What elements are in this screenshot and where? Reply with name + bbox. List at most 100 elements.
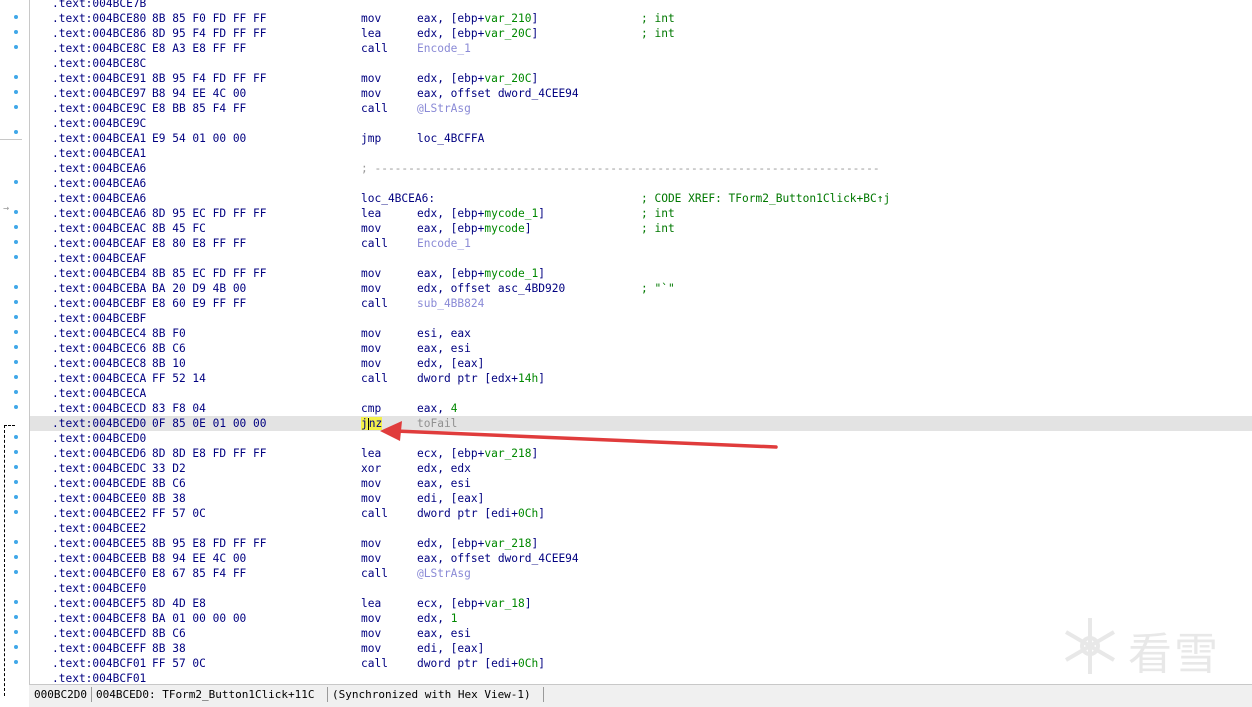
mnemonic[interactable]: mov bbox=[361, 71, 381, 86]
listing-line[interactable]: .text:004BCED6 8D 8D E8 FD FF FF lea ecx, [… bbox=[30, 446, 1252, 461]
breakpoint-dot[interactable] bbox=[14, 315, 18, 319]
breakpoint-dot[interactable] bbox=[14, 285, 18, 289]
breakpoint-dot[interactable] bbox=[14, 45, 18, 49]
operands[interactable]: edi, [eax] bbox=[417, 491, 484, 506]
listing-line[interactable]: .text:004BCE9C E8 BB 85 F4 FF call @LStrAsg bbox=[30, 101, 1252, 116]
mnemonic[interactable]: lea bbox=[361, 446, 381, 461]
mnemonic[interactable]: mov bbox=[361, 221, 381, 236]
mnemonic[interactable]: mov bbox=[361, 86, 381, 101]
listing-line[interactable]: .text:004BCEDE 8B C6 mov eax, esi bbox=[30, 476, 1252, 491]
listing-line[interactable]: .text:004BCECD 83 F8 04 cmp eax, 4 bbox=[30, 401, 1252, 416]
listing-line[interactable]: .text:004BCE8C E8 A3 E8 FF FF call Encode_1 bbox=[30, 41, 1252, 56]
breakpoint-dot[interactable] bbox=[14, 360, 18, 364]
mnemonic[interactable]: mov bbox=[361, 341, 381, 356]
listing-line[interactable]: .text:004BCEE0 8B 38 mov edi, [eax] bbox=[30, 491, 1252, 506]
listing-line[interactable]: .text:004BCEE2 bbox=[30, 521, 1252, 536]
listing-line[interactable]: .text:004BCE7B bbox=[30, 0, 1252, 11]
listing-line[interactable]: .text:004BCEA6 loc_4BCEA6: ; CODE XREF: TF… bbox=[30, 191, 1252, 206]
operands[interactable]: edx, [eax] bbox=[417, 356, 484, 371]
breakpoint-dot[interactable] bbox=[14, 210, 18, 214]
mnemonic[interactable]: call bbox=[361, 506, 388, 521]
listing-line[interactable]: .text:004BCEE5 8B 95 E8 FD FF FF mov edx, [… bbox=[30, 536, 1252, 551]
operands[interactable]: eax, [ebp+var_210] bbox=[417, 11, 538, 26]
listing-line[interactable]: .text:004BCEB4 8B 85 EC FD FF FF mov eax, [… bbox=[30, 266, 1252, 281]
listing-line[interactable]: .text:004BCE86 8D 95 F4 FD FF FF lea edx, [… bbox=[30, 26, 1252, 41]
breakpoint-dot[interactable] bbox=[14, 75, 18, 79]
operands[interactable]: eax, [ebp+mycode] bbox=[417, 221, 532, 236]
listing-line[interactable]: .text:004BCE9C bbox=[30, 116, 1252, 131]
mnemonic[interactable]: mov bbox=[361, 611, 381, 626]
operands[interactable]: eax, offset dword_4CEE94 bbox=[417, 86, 579, 101]
listing-line[interactable]: .text:004BCEC4 8B F0 mov esi, eax bbox=[30, 326, 1252, 341]
listing-line[interactable]: .text:004BCEF0 bbox=[30, 581, 1252, 596]
mnemonic[interactable]: call bbox=[361, 101, 388, 116]
mnemonic[interactable]: mov bbox=[361, 326, 381, 341]
listing-line[interactable]: .text:004BCECA bbox=[30, 386, 1252, 401]
mnemonic[interactable]: call bbox=[361, 236, 388, 251]
breakpoint-dot[interactable] bbox=[14, 225, 18, 229]
operands[interactable]: edx, [ebp+mycode_1] bbox=[417, 206, 545, 221]
mnemonic[interactable]: call bbox=[361, 371, 388, 386]
mnemonic[interactable]: cmp bbox=[361, 401, 381, 416]
mnemonic[interactable]: mov bbox=[361, 266, 381, 281]
operands[interactable]: eax, offset dword_4CEE94 bbox=[417, 551, 579, 566]
mnemonic[interactable]: mov bbox=[361, 281, 381, 296]
operands[interactable]: sub_4BB824 bbox=[417, 296, 484, 311]
listing-line[interactable]: .text:004BCEBA BA 20 D9 4B 00 mov edx, offs… bbox=[30, 281, 1252, 296]
listing-line[interactable]: .text:004BCEA6 ; ------------------------… bbox=[30, 161, 1252, 176]
breakpoint-dot[interactable] bbox=[14, 375, 18, 379]
operands[interactable]: ecx, [ebp+var_18] bbox=[417, 596, 532, 611]
operands[interactable]: Encode_1 bbox=[417, 41, 471, 56]
listing-line[interactable]: .text:004BCEA1 E9 54 01 00 00 jmp loc_4BCFF… bbox=[30, 131, 1252, 146]
mnemonic[interactable]: mov bbox=[361, 491, 381, 506]
listing-line[interactable]: .text:004BCEEB B8 94 EE 4C 00 mov eax, offs… bbox=[30, 551, 1252, 566]
operands[interactable]: toFail bbox=[417, 416, 457, 431]
mnemonic[interactable]: mov bbox=[361, 11, 381, 26]
operands[interactable]: eax, 4 bbox=[417, 401, 457, 416]
operands[interactable]: edx, edx bbox=[417, 461, 471, 476]
operands[interactable]: eax, esi bbox=[417, 476, 471, 491]
breakpoint-dot[interactable] bbox=[14, 390, 18, 394]
breakpoint-dot[interactable] bbox=[14, 330, 18, 334]
listing-line[interactable]: .text:004BCEBF E8 60 E9 FF FF call sub_4BB8… bbox=[30, 296, 1252, 311]
listing-line[interactable]: .text:004BCE91 8B 95 F4 FD FF FF mov edx, [… bbox=[30, 71, 1252, 86]
listing-line[interactable]: .text:004BCEF5 8D 4D E8 lea ecx, [ebp+var_1… bbox=[30, 596, 1252, 611]
mnemonic[interactable]: lea bbox=[361, 596, 381, 611]
listing-line[interactable]: .text:004BCE97 B8 94 EE 4C 00 mov eax, offs… bbox=[30, 86, 1252, 101]
mnemonic[interactable]: call bbox=[361, 296, 388, 311]
mnemonic[interactable]: call bbox=[361, 566, 388, 581]
breakpoint-dot[interactable] bbox=[14, 30, 18, 34]
operands[interactable]: edx, 1 bbox=[417, 611, 457, 626]
listing-line[interactable]: .text:004BCEAF bbox=[30, 251, 1252, 266]
breakpoint-dot[interactable] bbox=[14, 15, 18, 19]
listing-line[interactable]: .text:004BCEF0 E8 67 85 F4 FF call @LStrAsg bbox=[30, 566, 1252, 581]
mnemonic[interactable]: jnz bbox=[361, 416, 383, 431]
operands[interactable]: Encode_1 bbox=[417, 236, 471, 251]
mnemonic[interactable]: mov bbox=[361, 476, 381, 491]
breakpoint-dot[interactable] bbox=[14, 180, 18, 184]
operands[interactable]: dword ptr [edx+14h] bbox=[417, 371, 545, 386]
listing-line[interactable]: .text:004BCEA6 8D 95 EC FD FF FF lea edx, [… bbox=[30, 206, 1252, 221]
mnemonic[interactable]: jmp bbox=[361, 131, 381, 146]
listing-line[interactable]: .text:004BCEA1 bbox=[30, 146, 1252, 161]
operands[interactable]: @LStrAsg bbox=[417, 566, 471, 581]
operands[interactable]: edx, offset asc_4BD920 bbox=[417, 281, 565, 296]
breakpoint-dot[interactable] bbox=[14, 130, 18, 134]
mnemonic[interactable]: lea bbox=[361, 26, 381, 41]
listing-line[interactable]: .text:004BCEA6 bbox=[30, 176, 1252, 191]
listing-line[interactable]: .text:004BCEC8 8B 10 mov edx, [eax] bbox=[30, 356, 1252, 371]
operands[interactable]: eax, [ebp+mycode_1] bbox=[417, 266, 545, 281]
operands[interactable]: @LStrAsg bbox=[417, 101, 471, 116]
operands[interactable]: esi, eax bbox=[417, 326, 471, 341]
listing-line[interactable]: .text:004BCE80 8B 85 F0 FD FF FF mov eax, [… bbox=[30, 11, 1252, 26]
breakpoint-dot[interactable] bbox=[14, 105, 18, 109]
listing-line[interactable]: .text:004BCED0 bbox=[30, 431, 1252, 446]
listing-line[interactable]: .text:004BCEC6 8B C6 mov eax, esi bbox=[30, 341, 1252, 356]
breakpoint-dot[interactable] bbox=[14, 405, 18, 409]
operands[interactable]: edi, [eax] bbox=[417, 641, 484, 656]
listing-line[interactable]: .text:004BCE8C bbox=[30, 56, 1252, 71]
operands[interactable]: dword ptr [edi+0Ch] bbox=[417, 506, 545, 521]
mnemonic[interactable]: mov bbox=[361, 536, 381, 551]
operands[interactable]: eax, esi bbox=[417, 341, 471, 356]
graph-overview-gutter[interactable]: → bbox=[0, 0, 30, 696]
